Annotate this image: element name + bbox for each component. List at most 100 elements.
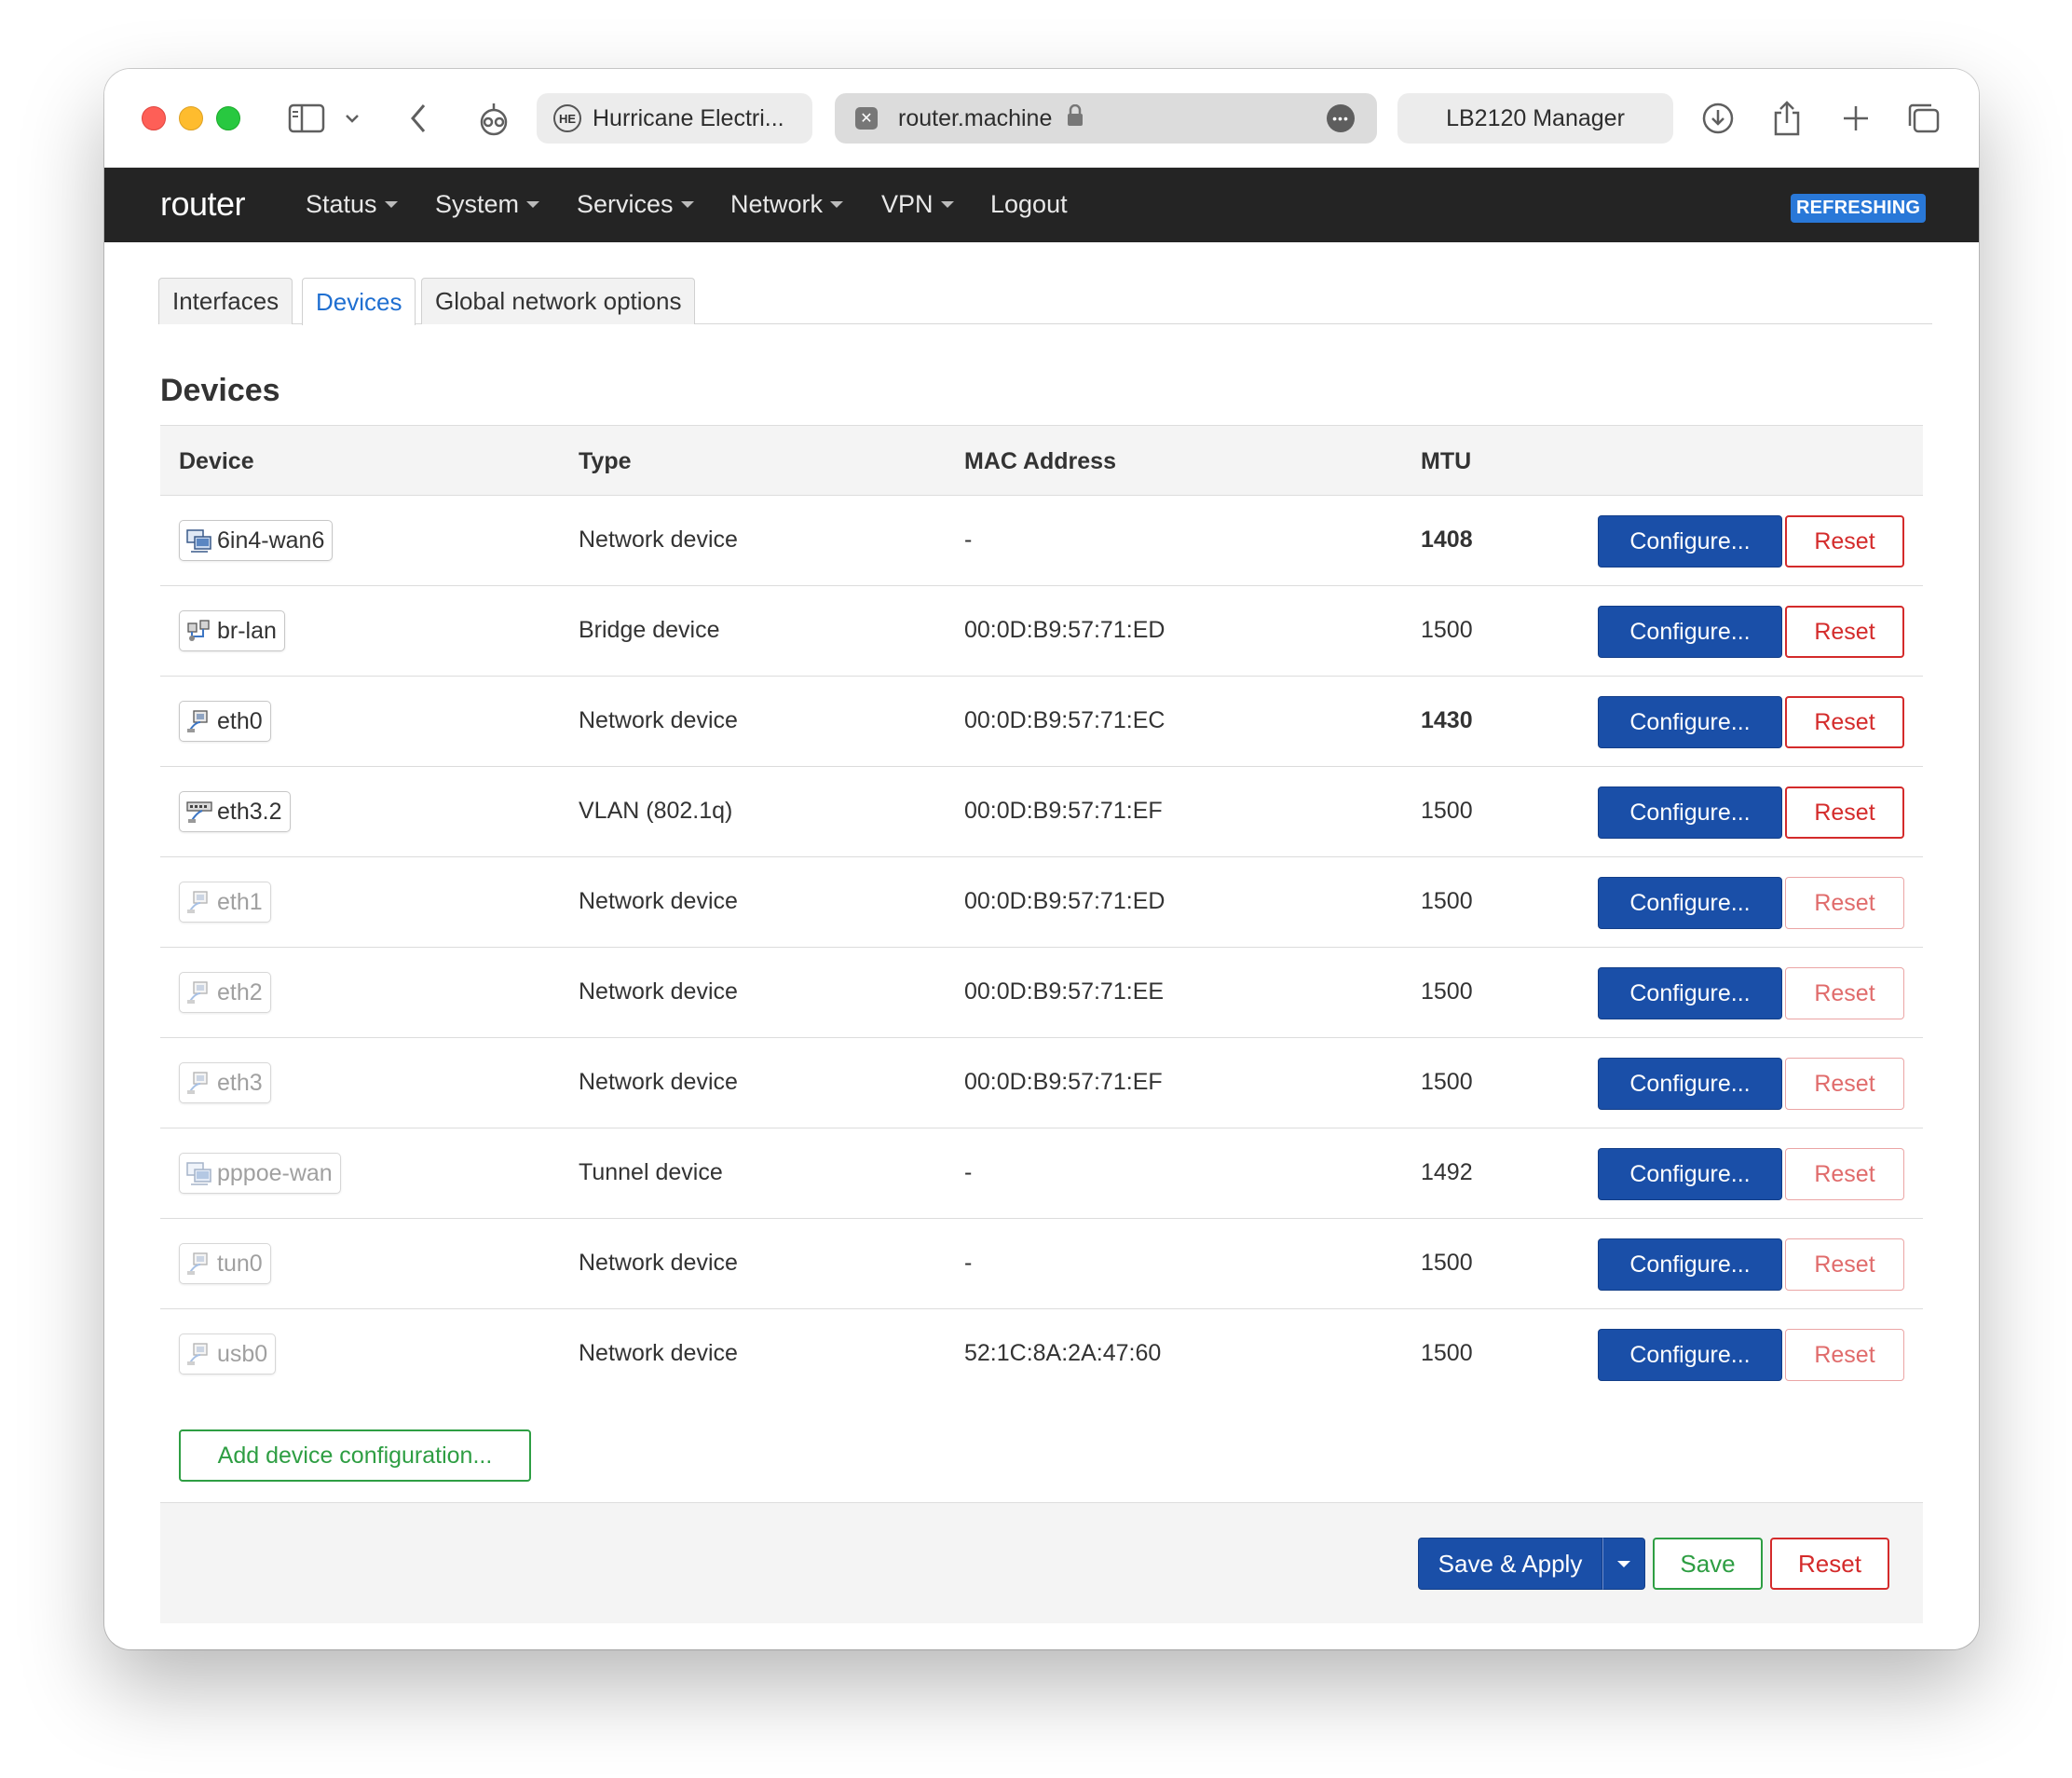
save-apply-button[interactable]: Save & Apply: [1418, 1538, 1602, 1590]
new-tab-plus-icon[interactable]: [1837, 97, 1874, 140]
ethernet-icon: [185, 707, 213, 735]
nav-status[interactable]: Status: [306, 190, 398, 219]
table-row: eth3 Network device 00:0D:B9:57:71:EF 1500 C…: [160, 1038, 1923, 1128]
device-mtu: 1408: [1421, 527, 1473, 553]
privacy-report-icon[interactable]: [473, 97, 514, 140]
configure-button[interactable]: Configure...: [1598, 1058, 1782, 1110]
device-name: eth3.2: [217, 798, 282, 825]
device-badge[interactable]: eth2: [179, 972, 271, 1013]
table-row: eth3.2 VLAN (802.1q) 00:0D:B9:57:71:EF 1500…: [160, 767, 1923, 857]
browser-tab-label: router.machine: [898, 104, 1053, 131]
nav-label: Status: [306, 190, 377, 218]
reset-device-button[interactable]: Reset: [1785, 1148, 1904, 1200]
device-mac: 00:0D:B9:57:71:EE: [964, 978, 1165, 1005]
refreshing-badge[interactable]: REFRESHING: [1791, 194, 1927, 223]
add-device-button[interactable]: Add device configuration...: [179, 1429, 531, 1482]
device-name: tun0: [217, 1250, 263, 1277]
tab-interfaces[interactable]: Interfaces: [158, 278, 293, 324]
device-badge[interactable]: eth3.2: [179, 791, 291, 832]
reset-device-button[interactable]: Reset: [1785, 1329, 1904, 1381]
reset-button[interactable]: Reset: [1770, 1538, 1889, 1590]
nav-label: Logout: [990, 190, 1068, 218]
device-mac: -: [964, 1159, 973, 1185]
reset-device-button[interactable]: Reset: [1785, 515, 1904, 568]
device-mac: 00:0D:B9:57:71:ED: [964, 888, 1166, 914]
device-name: usb0: [217, 1340, 268, 1367]
table-header: Device Type MAC Address MTU: [160, 425, 1923, 496]
zoom-window-button[interactable]: [216, 106, 240, 130]
browser-toolbar: HE Hurricane Electri... ✕ router.machine…: [104, 69, 1979, 168]
device-badge[interactable]: eth0: [179, 701, 271, 742]
header-mac: MAC Address: [964, 448, 1116, 474]
reset-device-button[interactable]: Reset: [1785, 1238, 1904, 1291]
configure-button[interactable]: Configure...: [1598, 967, 1782, 1019]
reset-device-button[interactable]: Reset: [1785, 696, 1904, 748]
browser-tab-hurricane[interactable]: HE Hurricane Electri...: [537, 93, 812, 144]
configure-button[interactable]: Configure...: [1598, 1238, 1782, 1291]
device-cell: 6in4-wan6: [179, 520, 334, 561]
device-mtu: 1430: [1421, 707, 1473, 733]
chevron-down-icon[interactable]: [341, 97, 363, 140]
nav-vpn[interactable]: VPN: [881, 190, 954, 219]
close-window-button[interactable]: [142, 106, 166, 130]
sidebar-toggle-icon[interactable]: [285, 97, 328, 140]
minimize-window-button[interactable]: [179, 106, 203, 130]
reset-device-button[interactable]: Reset: [1785, 786, 1904, 839]
configure-button[interactable]: Configure...: [1598, 1148, 1782, 1200]
configure-button[interactable]: Configure...: [1598, 1329, 1782, 1381]
device-mtu: 1500: [1421, 978, 1473, 1005]
tab-global-network-options[interactable]: Global network options: [421, 278, 696, 324]
more-options-icon[interactable]: •••: [1327, 104, 1355, 132]
browser-tab-lb2120[interactable]: LB2120 Manager: [1397, 93, 1673, 144]
nav-network[interactable]: Network: [730, 190, 844, 219]
configure-button[interactable]: Configure...: [1598, 696, 1782, 748]
device-badge[interactable]: eth1: [179, 882, 271, 923]
save-button[interactable]: Save: [1653, 1538, 1763, 1590]
device-badge[interactable]: eth3: [179, 1062, 271, 1103]
device-mac: -: [964, 527, 973, 553]
share-icon[interactable]: [1768, 97, 1806, 140]
device-mtu: 1500: [1421, 1250, 1473, 1276]
configure-button[interactable]: Configure...: [1598, 515, 1782, 568]
nav-logout[interactable]: Logout: [990, 190, 1068, 219]
browser-tab-router[interactable]: ✕ router.machine •••: [835, 93, 1377, 144]
configure-button[interactable]: Configure...: [1598, 606, 1782, 658]
device-cell: eth2: [179, 972, 271, 1013]
device-badge[interactable]: pppoe-wan: [179, 1153, 341, 1194]
device-type: VLAN (802.1q): [579, 798, 733, 824]
configure-button[interactable]: Configure...: [1598, 786, 1782, 839]
browser-tab-label: LB2120 Manager: [1446, 104, 1625, 131]
reset-device-button[interactable]: Reset: [1785, 967, 1904, 1019]
back-arrow-icon[interactable]: [404, 97, 432, 140]
nav-system[interactable]: System: [435, 190, 540, 219]
device-badge[interactable]: 6in4-wan6: [179, 520, 334, 561]
configure-button[interactable]: Configure...: [1598, 877, 1782, 929]
device-badge[interactable]: usb0: [179, 1334, 277, 1375]
brand-logo[interactable]: router: [160, 185, 246, 224]
device-mac: -: [964, 1250, 973, 1276]
nav-label: Services: [577, 190, 674, 218]
save-apply-dropdown[interactable]: [1602, 1538, 1645, 1590]
device-mac: 00:0D:B9:57:71:ED: [964, 617, 1166, 643]
reset-device-button[interactable]: Reset: [1785, 877, 1904, 929]
device-type: Bridge device: [579, 617, 720, 643]
device-cell: br-lan: [179, 610, 285, 651]
device-type: Network device: [579, 1250, 738, 1276]
reset-device-button[interactable]: Reset: [1785, 606, 1904, 658]
nav-label: Network: [730, 190, 824, 218]
tab-devices[interactable]: Devices: [302, 278, 416, 325]
device-badge[interactable]: br-lan: [179, 610, 285, 651]
device-type: Network device: [579, 1340, 738, 1366]
tab-overview-icon[interactable]: [1904, 97, 1943, 140]
ethernet-icon: [185, 1250, 213, 1278]
device-cell: eth0: [179, 701, 271, 742]
device-name: eth3: [217, 1069, 263, 1096]
caret-down-icon: [384, 201, 398, 208]
tunnel-icon: [185, 527, 213, 554]
nav-services[interactable]: Services: [577, 190, 694, 219]
reset-device-button[interactable]: Reset: [1785, 1058, 1904, 1110]
close-tab-icon[interactable]: ✕: [855, 107, 878, 130]
tunnel-icon: [185, 1159, 213, 1187]
device-badge[interactable]: tun0: [179, 1243, 271, 1284]
download-icon[interactable]: [1699, 97, 1737, 140]
